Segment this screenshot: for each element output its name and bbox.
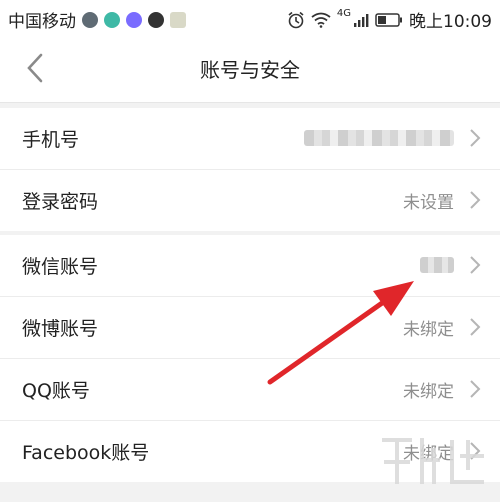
row-label: QQ账号	[22, 380, 90, 402]
notification-icon	[82, 11, 98, 28]
wechat-account-row[interactable]: 微信账号	[0, 235, 500, 297]
wifi-icon	[311, 12, 331, 28]
navigation-header: 账号与安全	[0, 34, 500, 103]
row-label: 手机号	[22, 129, 80, 151]
battery-icon	[375, 12, 402, 27]
row-label: 微博账号	[22, 318, 99, 340]
page-title: 账号与安全	[200, 57, 300, 82]
alarm-icon	[288, 11, 304, 28]
row-value: 未绑定	[403, 382, 454, 402]
chevron-right-icon	[470, 191, 481, 209]
account-group: 手机号 登录密码 未设置	[0, 108, 500, 231]
watermark-logo	[382, 438, 484, 484]
qq-account-row[interactable]: QQ账号 未绑定	[0, 359, 500, 421]
clock: 晚上10:09	[409, 12, 492, 32]
login-password-row[interactable]: 登录密码 未设置	[0, 170, 500, 231]
weibo-account-row[interactable]: 微博账号 未绑定	[0, 297, 500, 359]
chevron-right-icon	[470, 318, 481, 336]
chevron-right-icon	[470, 380, 481, 398]
network-type-label: 4G	[336, 8, 351, 19]
phone-number-row[interactable]: 手机号	[0, 108, 500, 170]
notification-icon	[104, 11, 120, 28]
carrier-label: 中国移动	[8, 12, 76, 32]
signal-icon	[354, 13, 369, 27]
chat-bubble-icon	[148, 11, 164, 28]
notification-icon	[126, 11, 142, 28]
row-label: 微信账号	[22, 256, 99, 278]
row-label: 登录密码	[22, 191, 99, 213]
chevron-right-icon	[470, 129, 481, 147]
row-value: 未设置	[403, 193, 454, 213]
chevron-right-icon	[470, 256, 481, 274]
row-value: 未绑定	[403, 320, 454, 340]
status-bar: 中国移动 4G 晚上10:09	[0, 0, 500, 34]
redacted-value	[420, 257, 454, 273]
notification-icon	[170, 11, 186, 28]
row-label: Facebook账号	[22, 442, 150, 464]
redacted-value	[304, 130, 454, 146]
